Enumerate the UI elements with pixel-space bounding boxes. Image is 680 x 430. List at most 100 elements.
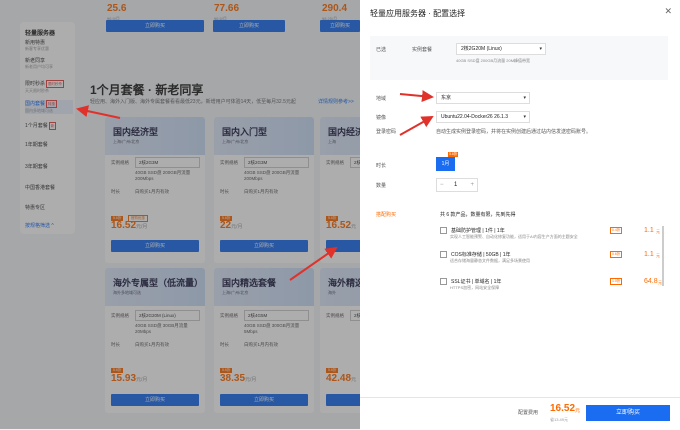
spec-select[interactable]: 2核4G5M [244,310,309,321]
addon-discount-badge: 0.6折 [610,251,623,258]
spec-detail: 40GB SSD盘 200GB月流量 200Mbps [244,170,300,181]
spec-label: 实例规格 [326,313,344,318]
sidebar-item-label: 1年期套餐 [25,142,48,148]
spec-select[interactable]: 2核4 [350,157,360,168]
sidebar-item-new[interactable]: 新用特惠 新客专享优惠 [25,40,73,52]
duration-discount-badge: 5.6折 [448,152,459,157]
duration-value: 白购买1月内有效 [244,342,279,347]
package-label: 已选 [376,47,387,53]
card-subtitle: 上海 [328,139,336,144]
buy-button-top-2[interactable]: 立即购买 [213,20,285,32]
package-type: 实例套餐 [412,47,433,53]
card-title: 国内经济 [328,127,360,137]
addon-price: 64.8 [644,278,658,285]
addon-scrollbar[interactable] [662,226,664,286]
card-price: 16.52元/月 [111,215,147,233]
addon-item[interactable]: SSL证书 | 单域名 | 1年 HTTPS加密，网站安全保障 1.0折 64.… [440,278,662,291]
price-unit: 元 [351,377,357,383]
minus-icon[interactable]: − [440,179,444,191]
package-card: 国内经济型 上海/广州/北京 实例规格 2核2G3M 40GB SSD盘 200… [105,117,205,263]
top-price-1: 25.6 ¥6.9/月 [107,0,126,22]
spec-select[interactable]: 2核2G3M [135,157,200,168]
footer-note: 省13.49元 [550,417,569,422]
section-title: 1个月套餐 · 新老同享 [90,83,204,97]
duration-value: 白购买1月内有效 [244,189,279,194]
duration-option[interactable]: 1月 [436,157,455,171]
image-select[interactable]: Ubuntu22.04-Docker26 26.1.3 ▾ [436,111,530,123]
addon-item[interactable]: COS标准存储 | 50GB | 1年 适合存储海量静态文件数据，满足多场景使用… [440,251,662,264]
selected-package-box: 已选 实例套餐 2核2G20M (Linux) ▾ 40GB SSD盘 200GB… [370,36,668,80]
plus-icon[interactable]: + [470,179,474,191]
buy-button[interactable]: 立即购买 [220,240,308,252]
package-desc: 40GB SSD盘 200GB月流量 20M峰值带宽 [456,58,531,63]
sidebar-item-hk[interactable]: 中国香港套餐 [25,185,73,191]
card-price: 15.93元/月 [111,368,147,386]
sidebar-item-label: 中国香港套餐 [25,185,56,191]
image-label: 镜像 [376,115,387,121]
buy-button[interactable]: 立即购买 [220,394,308,406]
card-title: 海外精选套餐 [328,278,360,288]
checkbox[interactable] [440,251,447,259]
card-title: 海外专属型（低流量） [113,278,204,288]
sidebar-item-domestic[interactable]: 国内套餐 特惠 国内多地域可选 [25,100,73,114]
addon-price-unit: 元 [656,253,660,258]
package-card: 海外精选套餐 海外 实例规格 2核2 5.6折 42.48元 立即购买 [320,268,360,413]
addon-item[interactable]: 基础防护管理 | 1件 | 1年 实现人工智能预警、自动化修复功能，适用于AI内… [440,227,662,240]
price-value: 15.93 [111,373,137,384]
package-card: 海外专属型（低流量） 海外多地域可选 实例规格 2核2G20M (Linux) … [105,268,205,413]
card-title: 国内入门型 [222,127,268,137]
sidebar-item-flash[interactable]: 限时秒杀 限时秒杀 天天限时秒杀 [25,80,73,94]
package-card: 国内入门型 上海/广州/北京 实例规格 2核2G3M 40GB SSD盘 200… [214,117,314,263]
buy-button-top-1[interactable]: 立即购买 [106,20,204,32]
section-rules-link[interactable]: 详情规则参考>> [318,98,354,105]
sidebar-item-1year[interactable]: 1年期套餐 [25,142,73,148]
price-value: 16.52 [111,220,137,231]
spec-label: 实例规格 [220,313,238,318]
region-label: 地域 [376,96,387,102]
region-select[interactable]: 东京 ▾ [436,92,530,104]
sidebar-item-1month[interactable]: 1个月套餐新 [25,122,73,130]
sidebar-item-3year[interactable]: 3年期套餐 [25,164,73,170]
package-select[interactable]: 2核2G20M (Linux) ▾ [456,43,546,55]
sidebar-item-label: 1个月套餐 [25,123,48,129]
addon-label: 搭配购买 [376,212,397,218]
card-header: 海外专属型（低流量） 海外多地域可选 [105,268,205,306]
image-select-value: Ubuntu22.04-Docker26 26.1.3 [441,114,508,120]
addon-price-unit: 元 [656,229,660,234]
card-subtitle: 上海/广州/北京 [113,139,140,144]
sidebar-item-label: 国内套餐 [25,101,46,107]
buy-button[interactable]: 立即购买 [326,394,360,406]
checkbox[interactable] [440,278,447,286]
spec-select[interactable]: 2核2G20M (Linux) [135,310,200,321]
duration-value: 白购买1月内有效 [135,189,170,194]
spec-detail: 40GB SSD盘 30GB月流量 20Mbps [135,323,188,334]
card-subtitle: 上海/广州/北京 [222,290,249,295]
sidebar-item-shared[interactable]: 新老同享 新老用户均可享 [25,58,73,70]
buy-button[interactable]: 立即购买 [111,394,199,406]
sidebar-item-special[interactable]: 特惠专区 [25,205,73,211]
buy-button-top-3[interactable]: 立即购买 [320,20,360,32]
checkbox[interactable] [440,227,447,235]
price-value: 22 [220,220,232,231]
spec-select[interactable]: 2核2 [350,310,360,321]
buy-button[interactable]: 立即购买 [111,240,199,252]
card-price: 38.35元/月 [220,368,256,386]
sidebar-filter-link[interactable]: 按规格筛选 ^ [25,222,54,229]
price-unit: 元/月 [136,224,148,230]
quantity-stepper[interactable]: − 1 + [436,178,478,192]
close-icon[interactable]: ✕ [664,6,672,17]
package-card: 国内经济 上海 实例规格 2核4 5.6折 16.52元 立即购买 [320,117,360,263]
confirm-button[interactable]: 立即购买 [586,405,670,421]
section-subtitle: 轻应用、海外入门版、海外专属套餐看看最低23元，新增用户可体验14天，低至每月3… [90,99,296,105]
login-label: 登录密码 [376,129,397,135]
price-unit: 元/月 [231,224,243,230]
buy-button[interactable]: 立即购买 [326,240,360,252]
spec-select[interactable]: 2核2G3M [244,157,309,168]
footer-price-unit: 元 [575,408,581,414]
region-select-value: 东京 [441,95,452,101]
price-value: 77.66 [214,3,240,14]
panel-footer: 配置费用 16.52 元 省13.49元 立即购买 [360,397,680,430]
card-header: 海外精选套餐 海外 [320,268,360,306]
quantity-label: 数量 [376,183,387,189]
addon-desc: 适合存储海量静态文件数据，满足多场景使用 [450,258,530,264]
